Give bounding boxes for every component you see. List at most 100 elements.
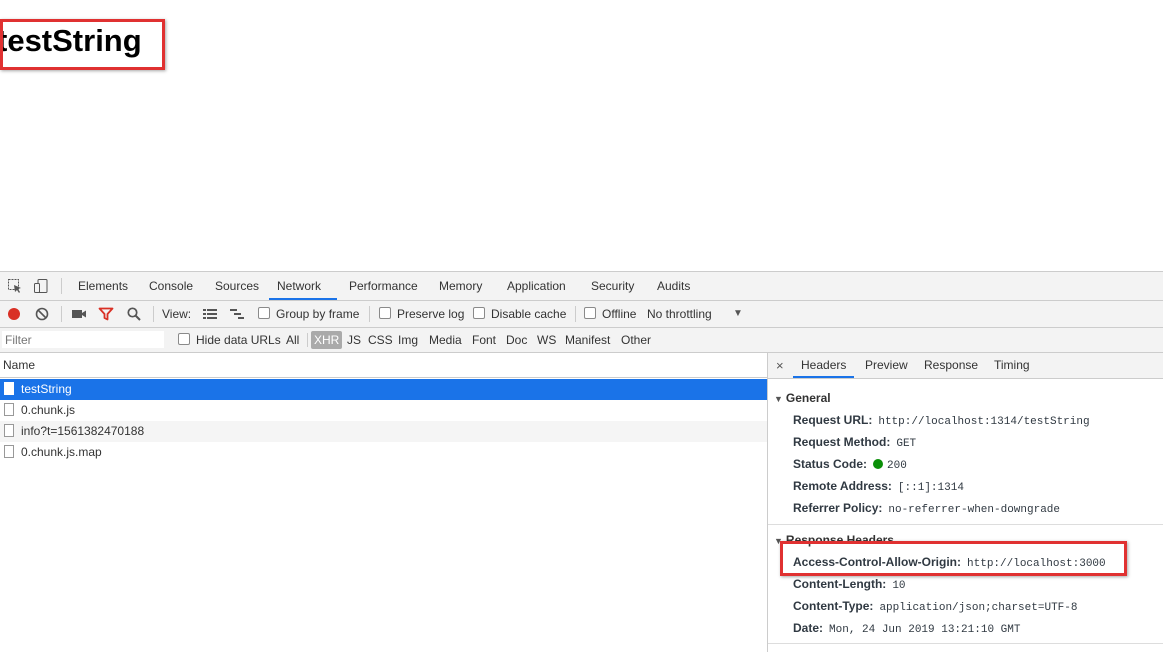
request-row-chunk-js-map[interactable]: 0.chunk.js.map (0, 442, 767, 463)
tab-preview[interactable]: Preview (857, 353, 916, 378)
header-row: Status Code: 200 (793, 457, 907, 472)
preserve-log-checkbox[interactable]: Preserve log (379, 301, 464, 327)
header-value: [::1]:1314 (897, 482, 964, 494)
detail-tabbar: × Headers Preview Response Timing (768, 353, 1163, 379)
request-row-chunk-js[interactable]: 0.chunk.js (0, 400, 767, 421)
header-key: Date: (793, 621, 824, 635)
inspect-element-icon[interactable] (7, 278, 23, 294)
clear-icon[interactable] (34, 306, 50, 322)
file-icon (4, 445, 14, 458)
header-value: 10 (892, 580, 906, 592)
header-key: Content-Type: (793, 599, 874, 613)
network-toolbar: View: Group by frame Preserve log Disabl… (0, 301, 1163, 328)
filter-bar: Hide data URLs All XHR JS CSS Img Media … (0, 328, 1163, 353)
header-value: Mon, 24 Jun 2019 13:21:10 GMT (829, 624, 1021, 636)
tab-network[interactable]: Network (269, 272, 337, 300)
hide-data-urls-label: Hide data URLs (196, 333, 281, 347)
filter-type-js[interactable]: JS (347, 328, 361, 352)
tab-performance[interactable]: Performance (341, 272, 426, 300)
throttling-value: No throttling (647, 307, 712, 321)
tab-timing[interactable]: Timing (986, 353, 1038, 378)
filter-icon[interactable] (98, 306, 114, 322)
toolbar-separator (153, 306, 154, 322)
header-value: no-referrer-when-downgrade (888, 504, 1061, 516)
filter-type-all[interactable]: All (286, 328, 299, 352)
file-icon (4, 424, 14, 437)
toolbar-separator (369, 306, 370, 322)
header-row: Request Method: GET (793, 435, 916, 450)
tab-response[interactable]: Response (916, 353, 986, 378)
tab-audits[interactable]: Audits (649, 272, 698, 300)
highlight-box-heading (0, 19, 165, 70)
disable-cache-label: Disable cache (491, 307, 567, 321)
tab-sources[interactable]: Sources (207, 272, 267, 300)
filter-type-font[interactable]: Font (472, 328, 496, 352)
group-by-frame-label: Group by frame (276, 307, 360, 321)
header-key: Request URL: (793, 413, 873, 427)
header-key: Content-Length: (793, 577, 887, 591)
general-section-header[interactable]: ▼ General (774, 391, 831, 405)
tabbar-separator (61, 278, 62, 294)
file-icon (4, 382, 14, 395)
search-icon[interactable] (126, 306, 142, 322)
large-rows-icon[interactable] (202, 306, 218, 322)
tab-security[interactable]: Security (583, 272, 642, 300)
column-header-name[interactable]: Name (0, 353, 767, 378)
request-name: 0.chunk.js.map (21, 445, 102, 459)
header-key: Status Code: (793, 457, 868, 471)
tab-headers[interactable]: Headers (793, 353, 854, 378)
disable-cache-checkbox[interactable]: Disable cache (473, 301, 566, 327)
request-name: info?t=1561382470188 (21, 424, 145, 438)
devtools-tabbar: Elements Console Sources Network Perform… (0, 272, 1163, 301)
tab-application[interactable]: Application (499, 272, 574, 300)
toolbar-separator (575, 306, 576, 322)
filter-input[interactable] (2, 331, 164, 348)
tab-memory[interactable]: Memory (431, 272, 490, 300)
capture-screenshots-icon[interactable] (71, 306, 87, 322)
filter-type-media[interactable]: Media (429, 328, 462, 352)
header-value: 200 (887, 460, 907, 472)
status-ok-icon (873, 459, 884, 469)
tab-elements[interactable]: Elements (70, 272, 136, 300)
header-row: Content-Type: application/json;charset=UT… (793, 599, 1077, 614)
header-row: Referrer Policy: no-referrer-when-downgra… (793, 501, 1060, 516)
header-key: Remote Address: (793, 479, 892, 493)
filter-type-other[interactable]: Other (621, 328, 651, 352)
hide-data-urls-checkbox[interactable]: Hide data URLs (178, 328, 281, 352)
filter-type-xhr[interactable]: XHR (311, 331, 343, 349)
devtools-panel: Elements Console Sources Network Perform… (0, 271, 1163, 652)
header-row: Content-Length: 10 (793, 577, 906, 592)
filter-type-manifest[interactable]: Manifest (565, 328, 610, 352)
chevron-down-icon[interactable]: ▼ (733, 301, 743, 327)
triangle-down-icon: ▼ (774, 394, 783, 404)
header-value: GET (896, 438, 917, 450)
tab-console[interactable]: Console (141, 272, 201, 300)
request-row-teststring[interactable]: testString (0, 379, 767, 400)
filter-type-css[interactable]: CSS (368, 328, 393, 352)
section-divider (768, 643, 1163, 644)
request-row-info[interactable]: info?t=1561382470188 (0, 421, 767, 442)
offline-checkbox[interactable]: Offline (584, 301, 636, 327)
filter-type-doc[interactable]: Doc (506, 328, 527, 352)
close-icon[interactable]: × (776, 353, 784, 378)
record-icon[interactable] (6, 306, 22, 322)
waterfall-icon[interactable] (229, 306, 245, 322)
header-row: Remote Address: [::1]:1314 (793, 479, 964, 494)
header-row: Date: Mon, 24 Jun 2019 13:21:10 GMT (793, 621, 1020, 636)
filter-type-ws[interactable]: WS (537, 328, 556, 352)
header-key: Referrer Policy: (793, 501, 883, 515)
request-name: testString (21, 382, 72, 396)
offline-label: Offline (602, 307, 637, 321)
requests-pane: Name testString 0.chunk.js info?t=156138… (0, 353, 767, 652)
group-by-frame-checkbox[interactable]: Group by frame (258, 301, 359, 327)
header-row: Request URL: http://localhost:1314/testSt… (793, 413, 1090, 428)
device-toolbar-icon[interactable] (33, 278, 49, 294)
header-key: Request Method: (793, 435, 891, 449)
filter-type-img[interactable]: Img (398, 328, 418, 352)
throttling-select[interactable]: No throttling (647, 301, 712, 327)
header-value: http://localhost:1314/testString (878, 416, 1090, 428)
requests-list: testString 0.chunk.js info?t=15613824701… (0, 379, 767, 463)
request-detail-pane: × Headers Preview Response Timing ▼ Gener… (768, 353, 1163, 652)
file-icon (4, 403, 14, 416)
toolbar-separator (61, 306, 62, 322)
